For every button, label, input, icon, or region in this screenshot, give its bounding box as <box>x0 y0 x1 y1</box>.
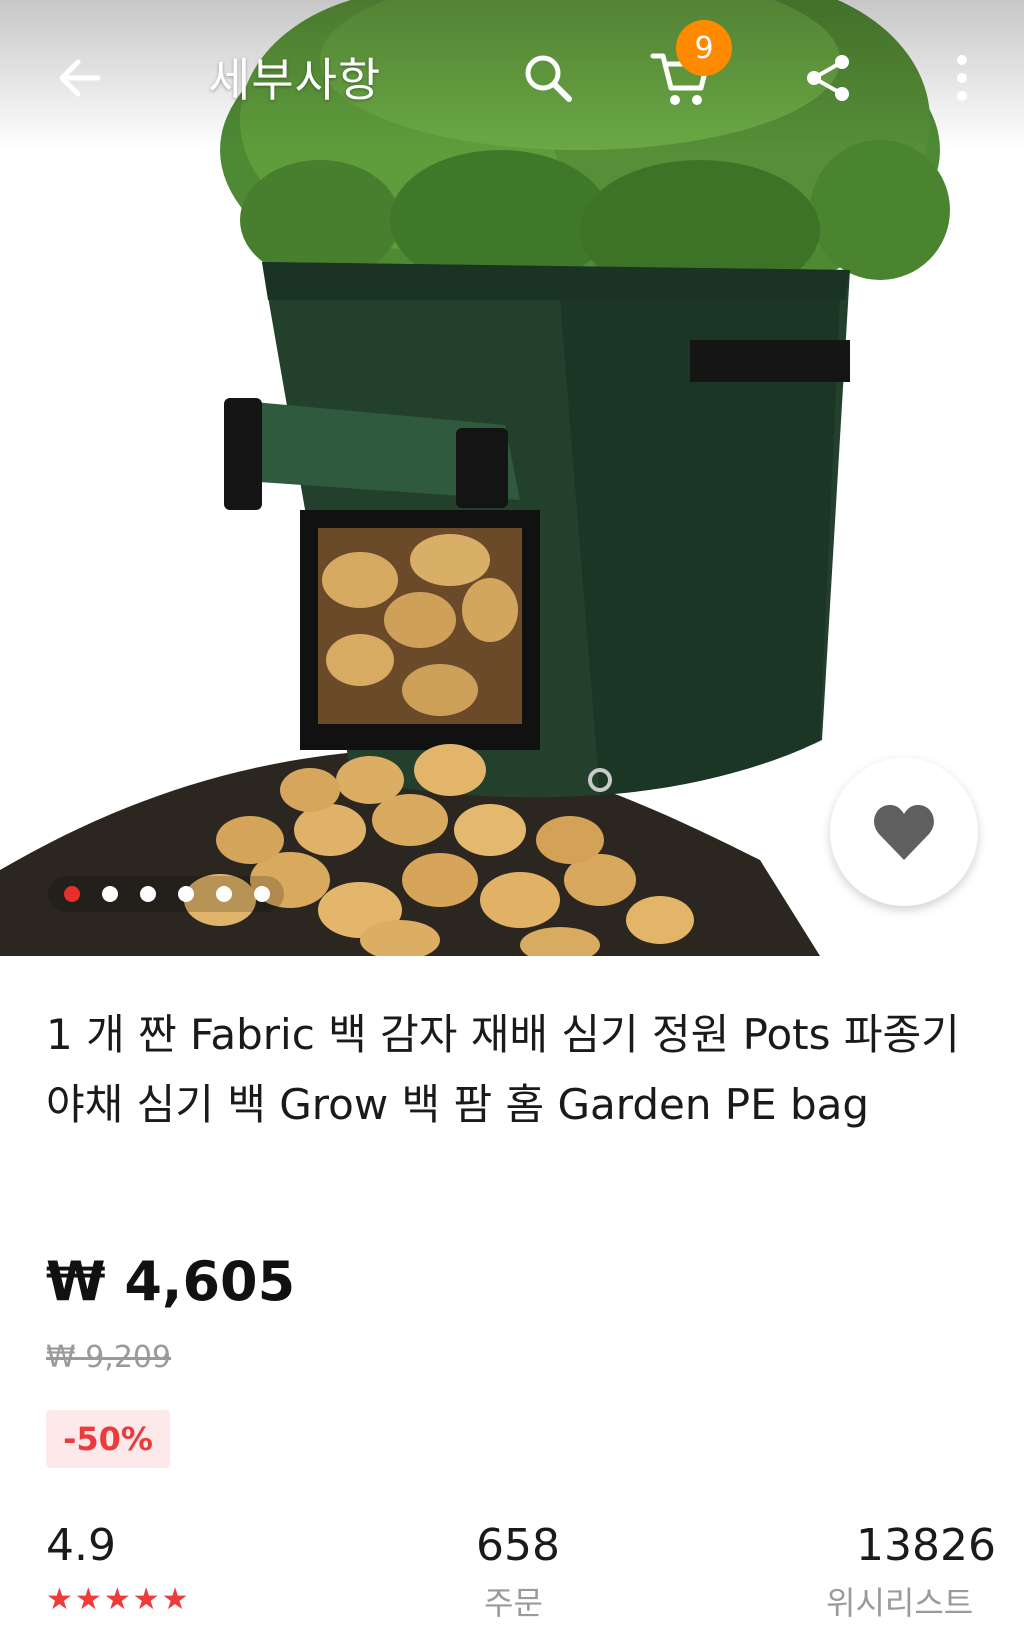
pager-dot[interactable] <box>216 886 232 902</box>
search-button[interactable] <box>510 40 586 116</box>
wishlist-button[interactable] <box>830 758 978 906</box>
star-icon: ★ <box>132 1582 160 1617</box>
share-icon <box>807 55 849 101</box>
product-title: 1 개 짠 Fabric 백 감자 재배 심기 정원 Pots 파종기 야채 심… <box>46 1010 960 1129</box>
heart-icon <box>874 805 934 860</box>
pager-dot[interactable] <box>64 886 80 902</box>
more-vertical-icon <box>957 55 967 101</box>
discount-badge: -50% <box>46 1410 170 1468</box>
arrow-left-icon <box>59 59 101 97</box>
orders-count: 658 <box>476 1520 560 1571</box>
image-pager[interactable] <box>48 876 284 912</box>
pager-dot[interactable] <box>140 886 156 902</box>
wishlist-count: 13826 <box>856 1520 996 1571</box>
star-icon: ★ <box>161 1582 189 1617</box>
pager-dot[interactable] <box>102 886 118 902</box>
more-button[interactable] <box>924 40 1000 116</box>
rating-value[interactable]: 4.9 <box>46 1520 116 1571</box>
pager-dot[interactable] <box>178 886 194 902</box>
orders-label: 주문 <box>484 1584 543 1622</box>
star-icon: ★ <box>46 1582 73 1617</box>
star-icon: ★ <box>103 1582 131 1617</box>
wishlist-label: 위시리스트 <box>826 1584 974 1622</box>
search-icon <box>525 55 572 102</box>
back-button[interactable] <box>42 40 118 116</box>
product-price: ₩ 4,605 <box>46 1250 296 1313</box>
star-icon: ★ <box>74 1582 102 1617</box>
pager-dot[interactable] <box>254 886 270 902</box>
original-price: ₩ 9,209 <box>46 1340 172 1375</box>
page-title: 세부사항 <box>208 53 382 107</box>
top-bar: 세부사항 9 <box>0 0 1024 150</box>
cart-count-badge: 9 <box>676 20 732 76</box>
share-button[interactable] <box>790 40 866 116</box>
rating-stars[interactable]: ★ ★ ★ ★ ★ <box>46 1582 189 1618</box>
